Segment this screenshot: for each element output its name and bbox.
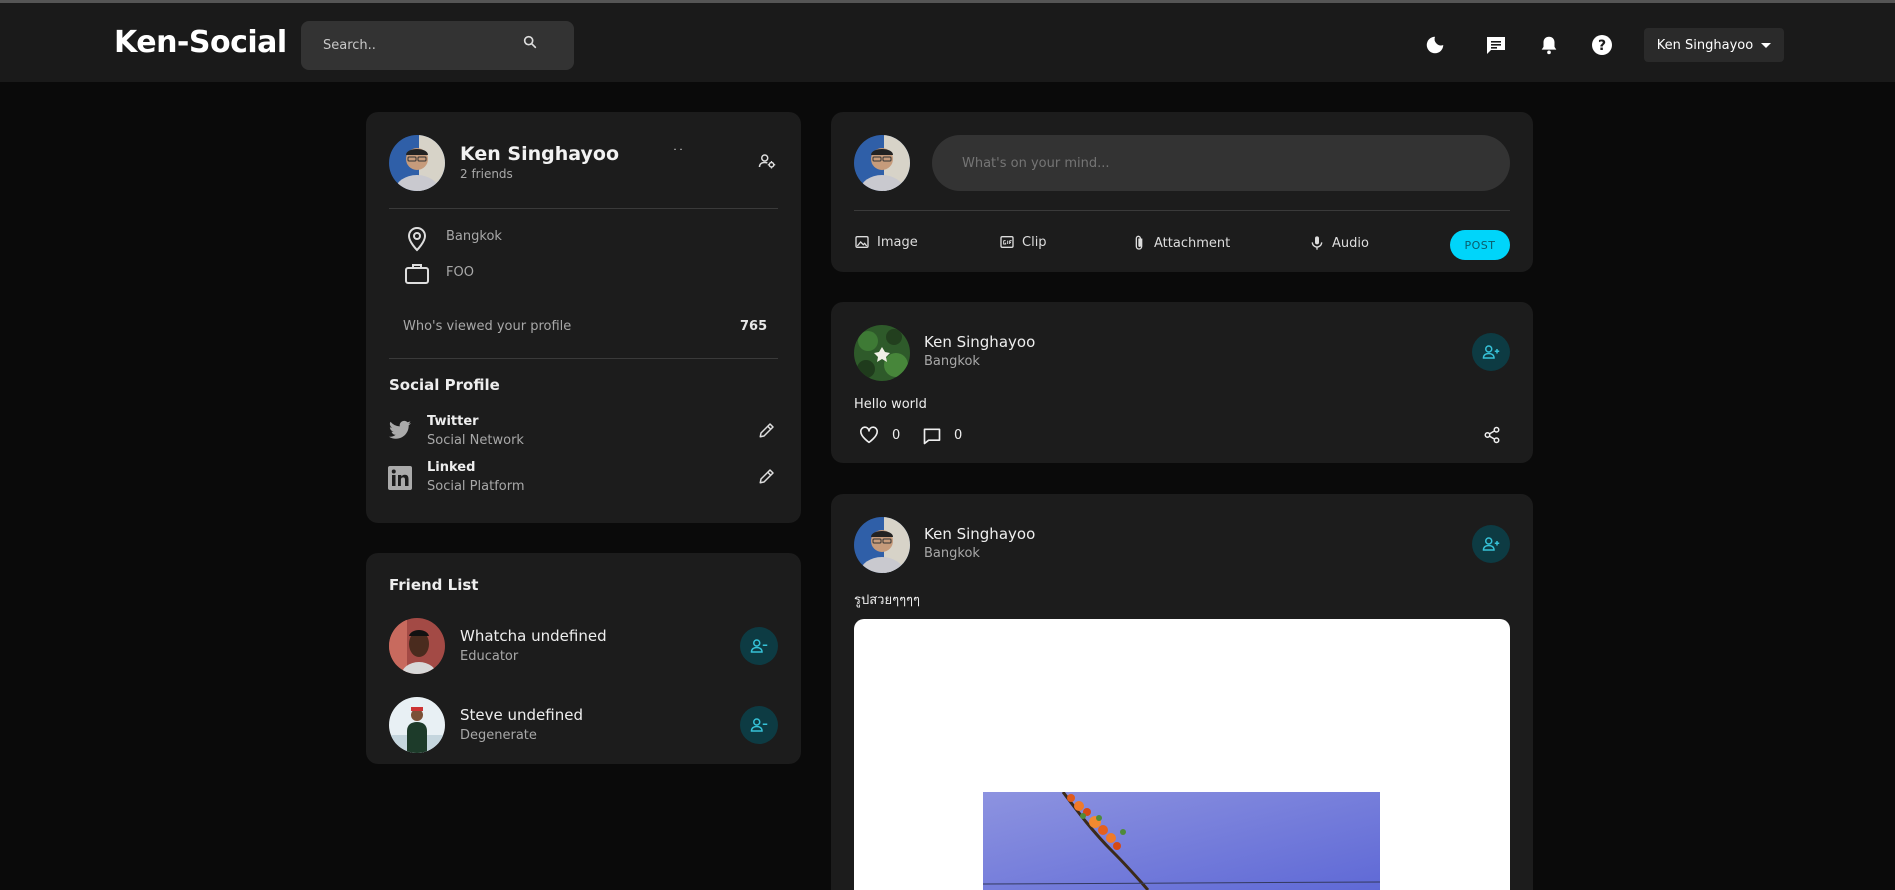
briefcase-icon: [404, 261, 430, 285]
profile-name[interactable]: Ken Singhayoo: [460, 143, 619, 165]
person-add-icon: [1482, 537, 1500, 551]
add-attachment-label: Attachment: [1154, 235, 1231, 251]
friend-avatar-steve[interactable]: [389, 697, 445, 753]
bell-icon[interactable]: [1535, 31, 1563, 59]
post-author-avatar[interactable]: [854, 517, 910, 573]
profile-divider-1: [389, 208, 778, 209]
add-attachment-button[interactable]: Attachment: [1131, 234, 1230, 252]
user-menu-button[interactable]: Ken Singhayoo: [1644, 28, 1784, 62]
edit-linkedin-icon[interactable]: [758, 467, 778, 487]
social-twitter-type: Social Network: [427, 433, 524, 448]
post-author-name[interactable]: Ken Singhayoo: [924, 333, 1035, 351]
comment-icon[interactable]: [922, 426, 942, 446]
social-twitter-name: Twitter: [427, 414, 479, 429]
microphone-icon: [1311, 236, 1323, 250]
moon-icon[interactable]: [1421, 31, 1449, 59]
friend-name-whatcha[interactable]: Whatcha undefined: [460, 627, 607, 645]
add-clip-button[interactable]: Clip: [999, 234, 1047, 250]
comment-count: 0: [954, 428, 963, 443]
post-button[interactable]: POST: [1450, 230, 1510, 260]
message-icon[interactable]: [1482, 31, 1510, 59]
add-friend-button[interactable]: [1472, 333, 1510, 371]
image-icon: [855, 236, 869, 248]
post-image[interactable]: [854, 619, 1510, 890]
person-remove-icon: [750, 718, 768, 732]
post-author-name[interactable]: Ken Singhayoo: [924, 525, 1035, 543]
composer-divider: [854, 210, 1510, 211]
add-audio-button[interactable]: Audio: [1309, 234, 1369, 252]
add-friend-button[interactable]: [1472, 525, 1510, 563]
remove-friend-button[interactable]: [740, 627, 778, 665]
person-remove-icon: [750, 639, 768, 653]
composer-avatar: [854, 135, 910, 191]
social-linkedin-name: Linked: [427, 460, 476, 475]
location-icon: [405, 226, 429, 252]
search-input[interactable]: [323, 35, 503, 55]
post-location: Bangkok: [924, 354, 980, 369]
gif-icon: [1000, 236, 1014, 248]
profile-friends-count: 2 friends: [460, 167, 513, 181]
share-icon[interactable]: [1483, 426, 1503, 446]
attachment-icon: [1135, 235, 1143, 250]
help-icon[interactable]: ?: [1588, 31, 1616, 59]
add-audio-label: Audio: [1332, 235, 1369, 251]
flower-photo: [983, 792, 1380, 890]
post-text: รูปสวยๆๆๆๆ: [854, 593, 921, 608]
manage-account-icon[interactable]: [758, 152, 778, 172]
friend-name-steve[interactable]: Steve undefined: [460, 706, 583, 724]
remove-friend-button[interactable]: [740, 706, 778, 744]
friend-list-title: Friend List: [389, 576, 479, 594]
post-text: Hello world: [854, 397, 927, 412]
like-count: 0: [892, 428, 901, 443]
search-icon[interactable]: [522, 34, 546, 58]
svg-text:?: ?: [1598, 38, 1606, 54]
add-image-label: Image: [877, 234, 918, 250]
add-clip-label: Clip: [1022, 234, 1047, 250]
profile-avatar[interactable]: [389, 135, 445, 191]
chevron-down-icon: [1761, 42, 1772, 48]
friend-avatar-whatcha[interactable]: [389, 618, 445, 674]
profile-views-label: Who's viewed your profile: [403, 319, 572, 334]
post-composer-input[interactable]: [932, 135, 1510, 191]
post-location: Bangkok: [924, 546, 980, 561]
social-linkedin-type: Social Platform: [427, 479, 525, 494]
person-add-icon: [1482, 345, 1500, 359]
post-author-avatar[interactable]: [854, 325, 910, 381]
twitter-icon: [388, 420, 412, 444]
profile-occupation: FOO: [446, 265, 474, 280]
profile-name-decoration: ˙˙: [672, 147, 684, 161]
like-icon[interactable]: [859, 426, 879, 446]
edit-twitter-icon[interactable]: [758, 421, 778, 441]
navbar: Ken-Social ? Ken Singhayoo: [0, 0, 1895, 82]
app-logo[interactable]: Ken-Social: [114, 25, 287, 60]
user-menu-label: Ken Singhayoo: [1656, 37, 1754, 53]
profile-divider-2: [389, 358, 778, 359]
add-image-button[interactable]: Image: [854, 234, 918, 250]
social-profile-title: Social Profile: [389, 376, 500, 394]
friend-role-steve: Degenerate: [460, 728, 537, 743]
linkedin-icon: [388, 466, 412, 490]
profile-views-count: 765: [740, 319, 768, 334]
friend-role-whatcha: Educator: [460, 649, 519, 664]
profile-location: Bangkok: [446, 229, 502, 244]
